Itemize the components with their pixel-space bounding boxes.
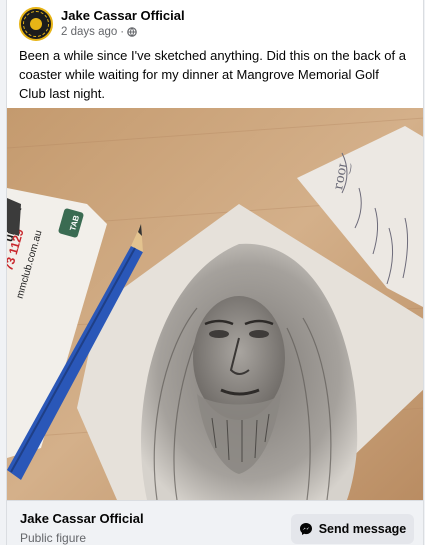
post-card: Jake Cassar Official 2 days ago · Been a…: [6, 0, 424, 545]
page-footer: Jake Cassar Official Public figure Send …: [7, 500, 423, 545]
sketch-photo-drawing: ı͡ooɹ TAB untain 73 1129 mmclub.com.au: [7, 108, 423, 500]
post-time[interactable]: 2 days ago: [61, 24, 117, 40]
post-meta: Jake Cassar Official 2 days ago ·: [61, 8, 185, 40]
separator-dot: ·: [120, 26, 125, 38]
avatar[interactable]: [19, 7, 53, 41]
footer-page-name[interactable]: Jake Cassar Official: [20, 511, 144, 526]
send-message-label: Send message: [318, 522, 407, 536]
send-message-button[interactable]: Send message: [291, 514, 414, 544]
post-text: Been a while since I've sketched anythin…: [19, 48, 406, 101]
author-name[interactable]: Jake Cassar Official: [61, 8, 185, 24]
globe-icon: [127, 27, 137, 37]
messenger-icon: [299, 523, 312, 535]
footer-category: Public figure: [20, 531, 87, 545]
post-header: Jake Cassar Official 2 days ago ·: [19, 6, 185, 42]
post-photo[interactable]: ı͡ooɹ TAB untain 73 1129 mmclub.com.au: [7, 108, 423, 500]
post-subline: 2 days ago ·: [61, 24, 185, 40]
avatar-ring: [23, 11, 49, 37]
